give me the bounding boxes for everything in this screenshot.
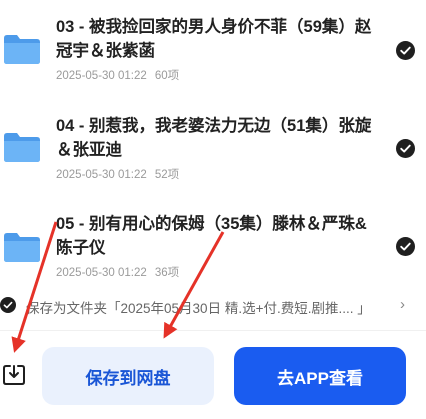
- file-meta: 2025-05-30 01:22 52项: [56, 166, 179, 182]
- file-count: 60项: [154, 70, 180, 82]
- chevron-right-icon[interactable]: ›: [400, 296, 405, 313]
- save-to-cloud-button[interactable]: 保存到网盘: [42, 347, 214, 405]
- open-in-app-button[interactable]: 去APP查看: [234, 347, 406, 405]
- folder-icon: [4, 133, 40, 162]
- file-date: 2025-05-30 01:22: [56, 70, 147, 82]
- save-path-row[interactable]: 保存为文件夹「2025年05月30日 精.选+付.费短.剧推.... 」 ›: [0, 290, 426, 322]
- file-row[interactable]: 05 - 别有用心的保姆（35集）滕林＆严珠&陈子仪 2025-05-30 01…: [0, 196, 426, 284]
- file-title: 03 - 被我捡回家的男人身价不菲（59集）赵冠宇＆张紫菡: [56, 18, 372, 60]
- file-title: 04 - 别惹我，我老婆法力无边（51集）张旋＆张亚迪: [56, 117, 372, 159]
- file-row[interactable]: 03 - 被我捡回家的男人身价不菲（59集）赵冠宇＆张紫菡 2025-05-30…: [0, 0, 426, 88]
- check-circle-icon[interactable]: [396, 139, 415, 158]
- bottom-action-bar: 保存到网盘 去APP查看: [0, 330, 426, 419]
- file-row[interactable]: 04 - 别惹我，我老婆法力无边（51集）张旋＆张亚迪 2025-05-30 0…: [0, 98, 426, 186]
- file-date: 2025-05-30 01:22: [56, 169, 147, 181]
- folder-icon: [4, 35, 40, 64]
- check-circle-icon[interactable]: [396, 41, 415, 60]
- download-icon[interactable]: [2, 363, 26, 387]
- check-circle-icon[interactable]: [396, 237, 415, 256]
- file-count: 52项: [154, 169, 180, 181]
- file-count: 36项: [154, 267, 180, 279]
- check-circle-icon: [0, 297, 16, 313]
- folder-icon: [4, 233, 40, 262]
- file-title: 05 - 别有用心的保姆（35集）滕林＆严珠&陈子仪: [56, 215, 367, 257]
- file-meta: 2025-05-30 01:22 60项: [56, 67, 179, 83]
- file-date: 2025-05-30 01:22: [56, 267, 147, 279]
- file-meta: 2025-05-30 01:22 36项: [56, 264, 179, 280]
- save-path-text: 保存为文件夹「2025年05月30日 精.选+付.费短.剧推.... 」: [26, 301, 371, 316]
